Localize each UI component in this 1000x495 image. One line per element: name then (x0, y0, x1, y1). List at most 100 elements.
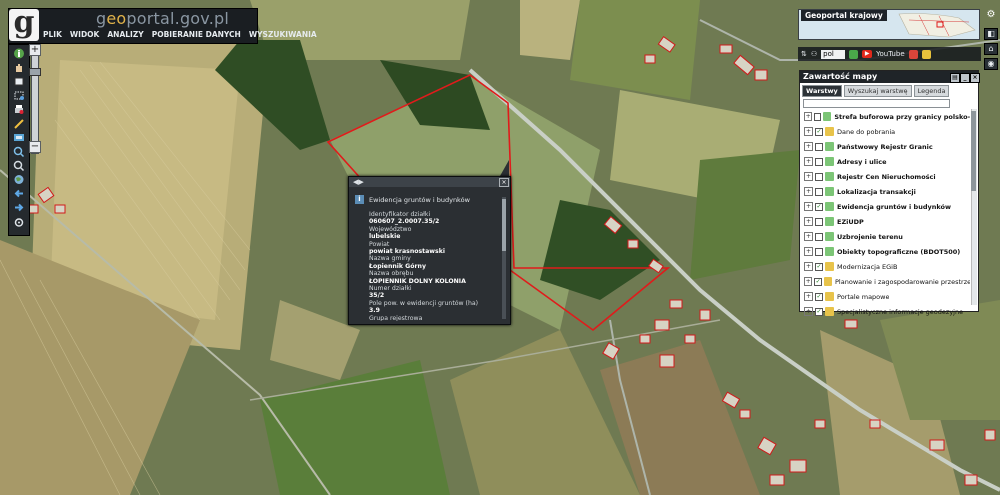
layer-row[interactable]: + Państwowy Rejestr Granic (800, 139, 970, 154)
layer-checkbox[interactable]: ✓ (815, 202, 823, 211)
expand-icon[interactable]: + (804, 157, 813, 166)
layer-row[interactable]: + ✓ Planowanie i zagospodarowanie przestrz… (800, 274, 970, 289)
tab-wyszukaj-warstwe[interactable]: Wyszukaj warstwę (843, 85, 912, 97)
youtube-icon[interactable]: ▶ (862, 50, 873, 58)
layer-row[interactable]: + Obiekty topograficzne (BDOT500) (800, 244, 970, 259)
overview-toggle-icon[interactable]: ⚙ (984, 9, 998, 23)
share-icon[interactable] (908, 49, 918, 59)
layer-checkbox[interactable]: ✓ (815, 262, 823, 271)
expand-icon[interactable]: + (804, 232, 813, 241)
star-icon[interactable] (921, 49, 931, 59)
layer-row[interactable]: + EZiUDP (800, 214, 970, 229)
youtube-label[interactable]: YouTube (876, 50, 904, 58)
toggle-panel-icon[interactable]: ◧ (984, 28, 998, 40)
zoom-slider-thumb[interactable] (29, 68, 41, 76)
legend-icon[interactable] (11, 132, 27, 144)
popup-nav-icon[interactable]: ◀▶ (353, 178, 364, 186)
select-area-icon[interactable] (11, 90, 27, 102)
eye-icon[interactable]: ◉ (984, 58, 998, 70)
layer-checkbox[interactable] (815, 187, 823, 196)
zoom-minus-button[interactable]: − (29, 141, 41, 153)
layer-row[interactable]: + ✓ Ewidencja gruntów i budynków (800, 199, 970, 214)
layer-checkbox[interactable]: ✓ (815, 307, 823, 316)
layer-checkbox[interactable]: ✓ (814, 277, 822, 286)
layer-row[interactable]: + Adresy i ulice (800, 154, 970, 169)
layer-checkbox[interactable] (815, 247, 823, 256)
layer-label: Obiekty topograficzne (BDOT500) (837, 247, 961, 256)
panel-scroll-thumb[interactable] (971, 111, 976, 191)
expand-icon[interactable]: + (804, 247, 813, 256)
expand-icon[interactable]: + (804, 172, 813, 181)
globe-icon[interactable] (11, 174, 27, 186)
attribute-label: Województwo (369, 225, 412, 233)
pan-hand-icon[interactable] (11, 62, 27, 74)
tab-warstwy[interactable]: Warstwy (802, 85, 842, 97)
print-icon[interactable] (11, 104, 27, 116)
service-layer-icon (825, 232, 834, 241)
layer-row[interactable]: + ✓ Portale mapowe (800, 289, 970, 304)
layer-row[interactable]: + ✓ Dane do pobrania (800, 124, 970, 139)
attribute-label: Numer działki (369, 285, 412, 293)
expand-icon[interactable]: + (804, 112, 813, 121)
expand-icon[interactable]: + (804, 277, 813, 286)
left-toolbar (8, 44, 30, 236)
geoportal-logo[interactable]: g (9, 8, 39, 41)
expand-icon[interactable]: + (804, 217, 813, 226)
menu-analizy[interactable]: ANALIZY (106, 29, 144, 41)
layer-row[interactable]: + ✓ Specjalistyczne informacje geodezyjne (800, 304, 970, 319)
expand-icon[interactable]: + (804, 262, 813, 271)
layer-label: Ewidencja gruntów i budynków (837, 202, 951, 211)
layer-checkbox[interactable] (815, 172, 823, 181)
panel-settings-icon[interactable]: ▤ (950, 73, 960, 83)
zoom-slider-track[interactable] (31, 48, 39, 154)
layer-checkbox[interactable] (814, 112, 822, 121)
attribute-value: lubelskie (369, 233, 401, 241)
layer-row[interactable]: + Uzbrojenie terenu (800, 229, 970, 244)
expand-icon[interactable]: + (804, 142, 813, 151)
expand-icon[interactable]: + (804, 307, 813, 316)
layer-label: EZiUDP (837, 217, 864, 226)
info-icon[interactable] (11, 48, 27, 60)
layer-search-input[interactable] (803, 99, 950, 108)
forward-arrow-icon[interactable] (11, 202, 27, 214)
home-icon[interactable]: ⌂ (984, 43, 998, 55)
layer-row[interactable]: + Strefa buforowa przy granicy polsko-bia… (800, 109, 970, 124)
popup-scroll-thumb[interactable] (502, 199, 506, 251)
zoom-in-icon[interactable] (11, 146, 27, 158)
menu-plik[interactable]: PLIK (42, 29, 63, 41)
layer-checkbox[interactable]: ✓ (815, 292, 823, 301)
menu-widok[interactable]: WIDOK (69, 29, 100, 41)
expand-icon[interactable]: + (804, 202, 813, 211)
layer-checkbox[interactable] (815, 232, 823, 241)
route-icon[interactable]: ⇅ (801, 50, 807, 58)
expand-icon[interactable]: + (804, 292, 813, 301)
zoom-out-icon[interactable] (11, 160, 27, 172)
expand-icon[interactable]: + (804, 187, 813, 196)
attribute-label: Pole pow. w ewidencji gruntów (ha) (369, 299, 479, 307)
layer-checkbox[interactable] (815, 157, 823, 166)
menu-pobieranie-danych[interactable]: POBIERANIE DANYCH (151, 29, 242, 41)
user-icon[interactable]: ⚇ (811, 50, 817, 58)
folder-icon (825, 307, 834, 316)
panel-minimize-icon[interactable]: _ (960, 73, 970, 83)
layer-row[interactable]: + Lokalizacja transakcji (800, 184, 970, 199)
layer-row[interactable]: + ✓ Modernizacja EGiB (800, 259, 970, 274)
layers-icon[interactable] (11, 76, 27, 88)
zoom-plus-button[interactable]: + (29, 44, 41, 56)
expand-icon[interactable]: + (804, 127, 813, 136)
back-arrow-icon[interactable] (11, 188, 27, 200)
help-icon[interactable] (849, 49, 859, 59)
layer-checkbox[interactable] (815, 217, 823, 226)
layer-checkbox[interactable]: ✓ (815, 127, 823, 136)
layer-row[interactable]: + Rejestr Cen Nieruchomości (800, 169, 970, 184)
tab-legenda[interactable]: Legenda (913, 85, 950, 97)
language-select[interactable]: pol (821, 49, 846, 59)
feature-info-popup: ◀▶ × i Ewidencja gruntów i budynków Iden… (348, 176, 511, 325)
popup-close-icon[interactable]: × (499, 178, 509, 187)
settings-icon[interactable] (11, 217, 27, 229)
panel-close-icon[interactable]: × (970, 73, 980, 83)
menu-wyszukiwania[interactable]: WYSZUKIWANIA (248, 29, 318, 41)
measure-icon[interactable] (11, 118, 27, 130)
layer-checkbox[interactable] (815, 142, 823, 151)
layer-label: Adresy i ulice (837, 157, 887, 166)
